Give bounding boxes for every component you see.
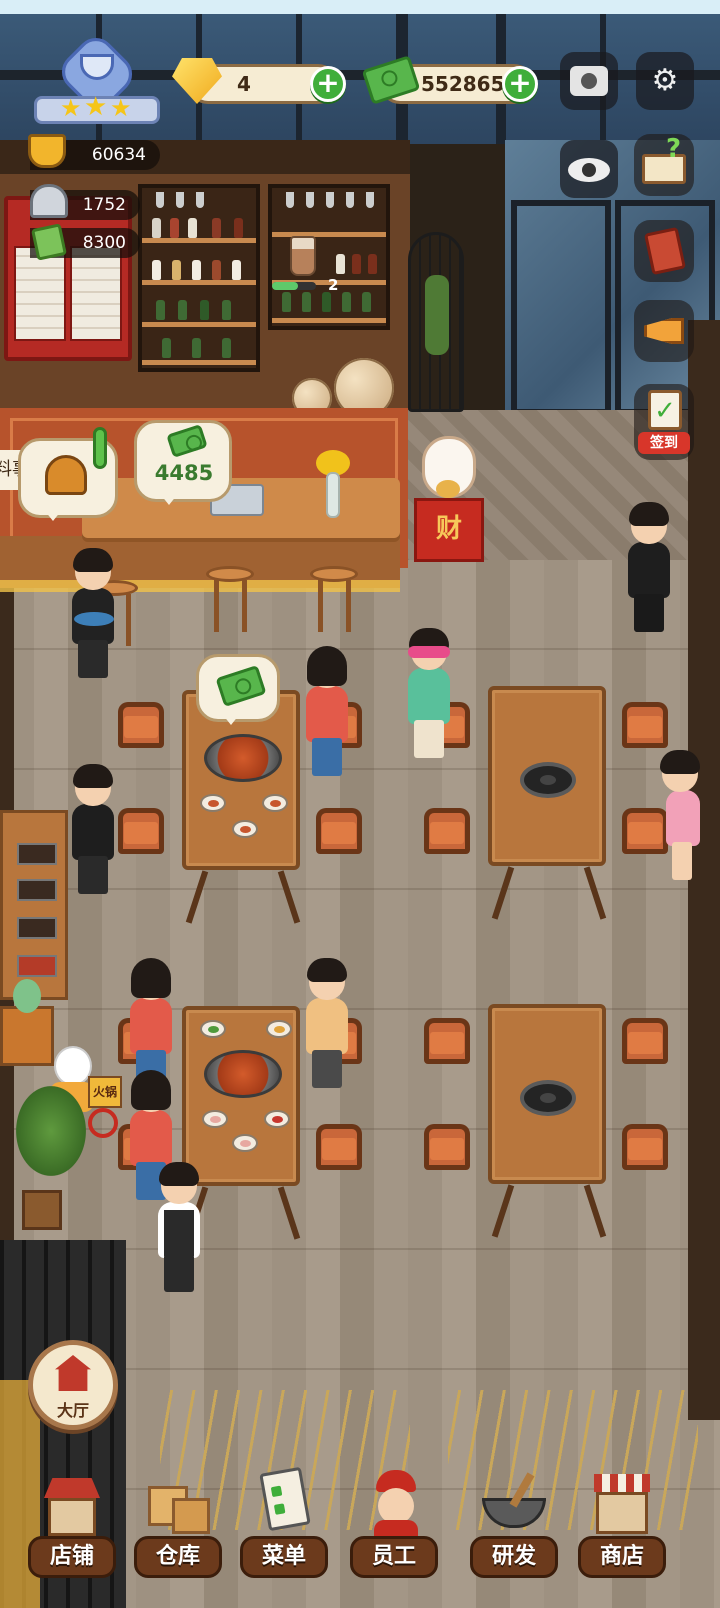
view-button[interactable]: [560, 140, 618, 198]
drink-progress-bar: [272, 282, 316, 290]
menu-clipboard-icon: [248, 1466, 320, 1538]
star-icon: ★: [84, 92, 108, 122]
chair: [622, 702, 668, 748]
cash-icon: [166, 424, 208, 458]
flower-vase: [316, 450, 350, 520]
megaphone-icon: [644, 318, 684, 344]
nav-staff[interactable]: 员工: [344, 1468, 444, 1588]
chair: [424, 1124, 470, 1170]
eye-icon: [568, 158, 610, 182]
settings-button[interactable]: ⚙: [636, 52, 694, 110]
waiter-tuxedo[interactable]: [66, 764, 120, 898]
checkin-label: 签到: [638, 432, 690, 454]
research-wok-icon: [478, 1468, 550, 1538]
sky: [0, 0, 720, 14]
nav-research-label: 研发: [470, 1536, 558, 1578]
green-ticket-icon: [31, 223, 67, 261]
hotpot-dish: [204, 734, 282, 782]
plant-cage: [408, 232, 464, 412]
chair: [424, 808, 470, 854]
restaurant-scene: 2 财 料事 4485: [0, 0, 720, 1608]
table-4[interactable]: [488, 1004, 607, 1238]
nav-menu-label: 菜单: [240, 1536, 328, 1578]
nav-warehouse[interactable]: 仓库: [128, 1468, 228, 1588]
payment-bubble[interactable]: [196, 654, 280, 725]
alert-mark-icon: [93, 427, 107, 469]
drink-queue-indicator[interactable]: 2: [272, 236, 356, 296]
nav-warehouse-label: 仓库: [134, 1536, 222, 1578]
chair: [118, 702, 164, 748]
hall-label: 大厅: [56, 1401, 89, 1420]
shop-house-icon: [36, 1468, 108, 1538]
nav-staff-label: 员工: [350, 1536, 438, 1578]
nav-menu[interactable]: 菜单: [234, 1466, 334, 1588]
ingredient-station[interactable]: [0, 810, 68, 1000]
add-cash-button[interactable]: +: [502, 66, 538, 102]
camera-button[interactable]: [560, 52, 618, 110]
guide-button[interactable]: ?: [634, 134, 694, 196]
nav-store[interactable]: 商店: [572, 1468, 672, 1588]
customer-girl-pink[interactable]: [660, 750, 700, 884]
chair: [316, 1124, 362, 1170]
table-grill: [520, 762, 576, 798]
soup-stock-value: 60634: [91, 145, 146, 165]
recipe-book-button[interactable]: [634, 220, 694, 282]
chef-rank-badge[interactable]: ★ ★ ★: [34, 30, 160, 128]
liquor-shelf-left[interactable]: [138, 184, 260, 372]
tip-bubble[interactable]: 4485: [134, 420, 232, 505]
recipe-book-icon: [644, 226, 686, 276]
gear-icon: ⚙: [651, 63, 679, 98]
potted-plant: [6, 1086, 92, 1232]
hotpot-delivery-box: 火锅: [88, 1076, 122, 1108]
nav-research[interactable]: 研发: [464, 1468, 564, 1588]
camera-icon: [570, 66, 608, 96]
customer-girl-red[interactable]: [300, 646, 354, 780]
manager-tuxedo[interactable]: [622, 502, 676, 636]
drinks-fridge[interactable]: [4, 196, 132, 361]
chair: [622, 1124, 668, 1170]
waiter-apron[interactable]: [152, 1162, 206, 1296]
staff-chef-icon: [358, 1468, 430, 1538]
nav-shop[interactable]: 店铺: [22, 1468, 122, 1588]
nav-store-label: 商店: [578, 1536, 666, 1578]
hall-button[interactable]: 大厅: [28, 1340, 118, 1430]
chair: [622, 1018, 668, 1064]
gem-count: 4: [237, 72, 251, 96]
chair: [316, 808, 362, 854]
cash-icon: [215, 664, 267, 708]
bar-stool: [206, 566, 254, 636]
bar-stool: [310, 566, 358, 636]
checkin-clipboard-icon: ✓: [648, 390, 682, 430]
ticket-value: 8300: [82, 233, 126, 253]
nav-shop-label: 店铺: [28, 1536, 116, 1578]
checkin-button[interactable]: ✓ 签到: [634, 384, 694, 460]
lucky-cat-statue[interactable]: 财: [412, 428, 488, 568]
promotion-button[interactable]: [634, 300, 694, 362]
milk-tea-icon: [290, 236, 316, 276]
warehouse-boxes-icon: [142, 1468, 214, 1538]
fortune-box: 财: [414, 498, 484, 562]
hotpot-dish: [204, 1050, 282, 1098]
chair: [424, 1018, 470, 1064]
star-icon: ★: [60, 94, 82, 122]
add-gems-button[interactable]: +: [310, 66, 346, 102]
drink-queue-count: 2: [328, 276, 339, 294]
serving-cloche-icon: [30, 184, 68, 218]
customer-man-yellow[interactable]: [300, 958, 354, 1092]
dish-count-value: 1752: [82, 195, 126, 215]
store-front-icon: [586, 1468, 658, 1538]
hall-house-icon: [55, 1355, 91, 1391]
chair: [118, 808, 164, 854]
hotpot-pot-icon: [28, 134, 66, 168]
star-icon: ★: [110, 94, 132, 122]
customer-cat-ears[interactable]: [402, 628, 456, 762]
waiter-with-fish[interactable]: [66, 548, 120, 682]
bell-icon: [45, 455, 87, 495]
table-3[interactable]: [182, 1006, 301, 1240]
table-grill: [520, 1080, 576, 1116]
service-bell-bubble[interactable]: [18, 427, 118, 521]
table-2[interactable]: [488, 686, 607, 920]
tip-amount: 4485: [154, 461, 214, 485]
